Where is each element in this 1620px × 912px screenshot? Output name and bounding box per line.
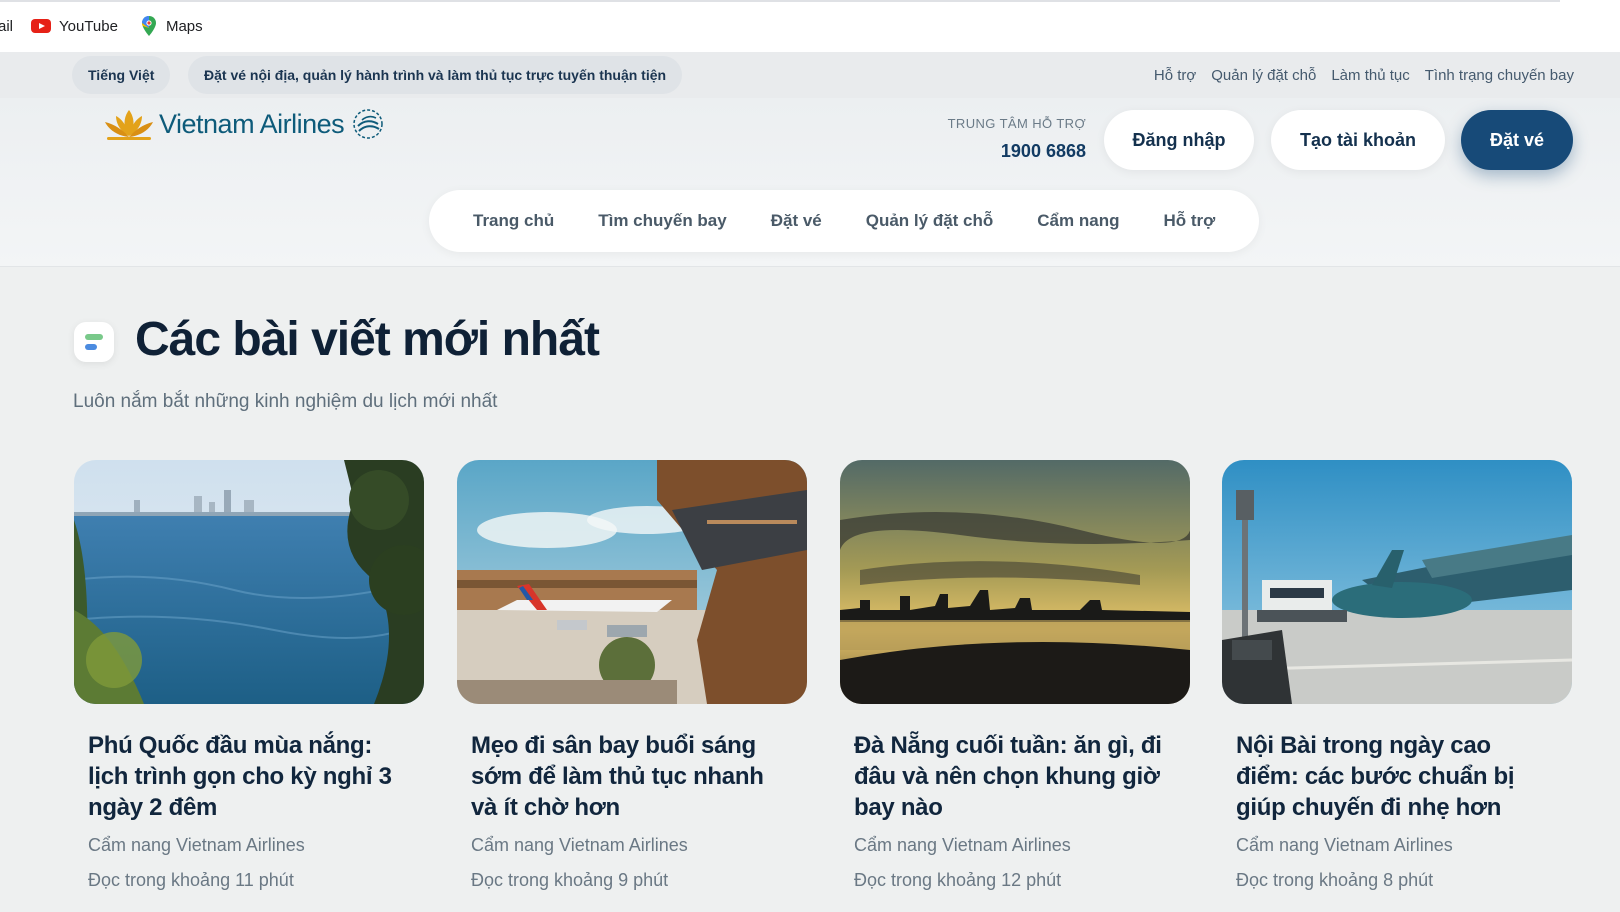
bookmark-youtube-label: YouTube xyxy=(59,17,118,35)
support-center: TRUNG TÂM HỖ TRỢ 1900 6868 xyxy=(948,116,1086,162)
logo-text: Vietnam Airlines xyxy=(159,108,345,139)
login-button[interactable]: Đăng nhập xyxy=(1104,110,1254,170)
article-title[interactable]: Mẹo đi sân bay buổi sáng sớm để làm thủ … xyxy=(471,730,793,823)
lotus-logo-icon xyxy=(105,110,153,140)
nav-item-support[interactable]: Hỗ trợ xyxy=(1163,211,1215,231)
skyteam-icon xyxy=(353,109,383,139)
youtube-icon xyxy=(31,19,52,33)
site-header: Vietnam Airlines TRUNG TÂM HỖ TRỢ 1900 6… xyxy=(0,98,1620,267)
article-source: Cẩm nang Vietnam Airlines xyxy=(88,835,305,855)
utility-links: Hỗ trợ Quản lý đặt chỗ Làm thủ tục Tình … xyxy=(1139,52,1574,98)
bookmark-cut-item[interactable]: ail xyxy=(0,18,13,35)
article-read-time: Đọc trong khoảng 9 phút xyxy=(471,870,669,890)
nav-item-search-flights[interactable]: Tìm chuyến bay xyxy=(598,211,726,231)
section-title: Các bài viết mới nhất xyxy=(135,313,600,366)
nav-item-book[interactable]: Đặt vé xyxy=(771,211,822,231)
util-link-support[interactable]: Hỗ trợ xyxy=(1154,67,1196,84)
tagline-pill: Đặt vé nội địa, quản lý hành trình và là… xyxy=(188,56,683,94)
article-title[interactable]: Nội Bài trong ngày cao điểm: các bước ch… xyxy=(1236,730,1558,823)
vietnam-airlines-logo[interactable]: Vietnam Airlines xyxy=(103,106,386,142)
article-image-phu-quoc[interactable] xyxy=(74,460,424,704)
util-link-flight-status[interactable]: Tình trạng chuyến bay xyxy=(1425,67,1574,84)
bookmark-maps[interactable]: Maps xyxy=(140,15,203,37)
book-ticket-button[interactable]: Đặt vé xyxy=(1461,110,1573,170)
articles-section-icon xyxy=(74,322,114,362)
article-image-da-nang[interactable] xyxy=(840,460,1190,704)
util-link-manage-booking[interactable]: Quản lý đặt chỗ xyxy=(1211,67,1316,84)
main-nav: Trang chủ Tìm chuyến bay Đặt vé Quản lý … xyxy=(429,190,1260,252)
utility-bar: Tiếng Việt Đặt vé nội địa, quản lý hành … xyxy=(0,52,1620,98)
bookmark-maps-label: Maps xyxy=(165,17,203,35)
bookmark-youtube[interactable]: YouTube xyxy=(31,18,118,35)
article-source: Cẩm nang Vietnam Airlines xyxy=(471,835,688,855)
address-bar-edge xyxy=(0,0,1560,2)
nav-item-manage-booking[interactable]: Quản lý đặt chỗ xyxy=(866,211,994,231)
maps-pin-icon xyxy=(141,16,156,36)
nav-item-guide[interactable]: Cẩm nang xyxy=(1037,211,1119,231)
support-label: TRUNG TÂM HỖ TRỢ xyxy=(947,116,1086,131)
article-image-airport[interactable] xyxy=(457,460,807,704)
article-source: Cẩm nang Vietnam Airlines xyxy=(1236,835,1453,855)
create-account-button[interactable]: Tạo tài khoản xyxy=(1271,110,1445,170)
article-image-noi-bai[interactable] xyxy=(1222,460,1572,704)
util-link-checkin[interactable]: Làm thủ tục xyxy=(1331,67,1409,84)
bookmarks-bar: ail YouTube Maps xyxy=(0,0,1620,53)
article-title[interactable]: Đà Nẵng cuối tuần: ăn gì, đi đâu và nên … xyxy=(854,730,1176,823)
article-title[interactable]: Phú Quốc đầu mùa nắng: lịch trình gọn ch… xyxy=(88,730,410,823)
language-selector[interactable]: Tiếng Việt xyxy=(72,56,171,94)
article-read-time: Đọc trong khoảng 12 phút xyxy=(854,870,1062,890)
article-source: Cẩm nang Vietnam Airlines xyxy=(854,835,1071,855)
article-read-time: Đọc trong khoảng 11 phút xyxy=(88,870,294,890)
article-read-time: Đọc trong khoảng 8 phút xyxy=(1236,870,1434,890)
article-card[interactable]: Mẹo đi sân bay buổi sáng sớm để làm thủ … xyxy=(457,460,807,891)
article-card[interactable]: Nội Bài trong ngày cao điểm: các bước ch… xyxy=(1222,460,1572,891)
nav-item-home[interactable]: Trang chủ xyxy=(473,211,554,231)
article-card[interactable]: Đà Nẵng cuối tuần: ăn gì, đi đâu và nên … xyxy=(840,460,1190,891)
article-card[interactable]: Phú Quốc đầu mùa nắng: lịch trình gọn ch… xyxy=(74,460,424,891)
support-phone[interactable]: 1900 6868 xyxy=(948,141,1086,162)
section-subtitle: Luôn nắm bắt những kinh nghiệm du lịch m… xyxy=(73,391,498,412)
